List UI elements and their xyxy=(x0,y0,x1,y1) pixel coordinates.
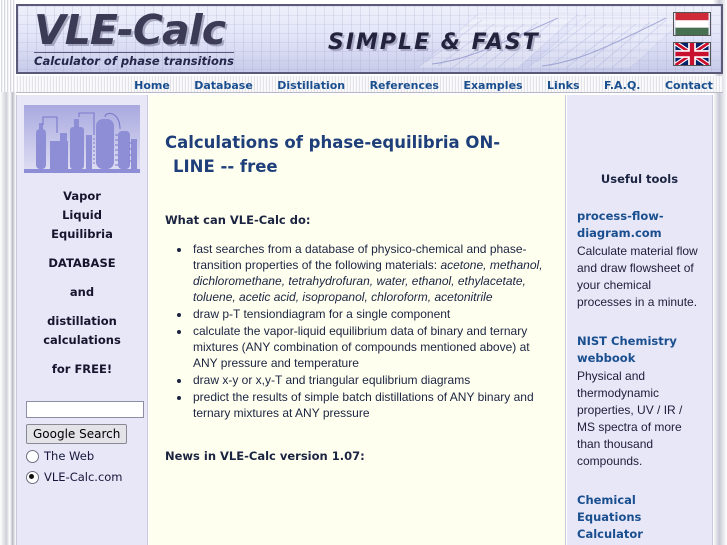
sidebar-line-liquid: Liquid xyxy=(62,208,102,222)
sidebar-spacer-2 xyxy=(17,273,147,283)
right-sidebar: Useful tools process-flow-diagram.com Ca… xyxy=(567,95,713,545)
nav-item-home[interactable]: Home xyxy=(134,78,170,94)
sidebar-line-database: DATABASE xyxy=(48,256,116,270)
sidebar-spacer-3 xyxy=(17,302,147,312)
sidebar-line-and: and xyxy=(69,285,95,299)
nav-item-links[interactable]: Links xyxy=(547,78,579,94)
main-content: Calculations of phase-equilibria ON-LINE… xyxy=(149,95,566,545)
feature-text: calculate the vapor-liquid equilibrium d… xyxy=(193,324,530,370)
feature-text: predict the results of simple batch dist… xyxy=(193,390,534,420)
feature-item: draw p-T tensiondiagram for a single com… xyxy=(191,306,549,322)
tool-link-nist-chemistry-webbook[interactable]: NIST Chemistry webbook xyxy=(577,333,702,367)
useful-tools-title: Useful tools xyxy=(600,172,679,186)
tool-entry: Chemical Equations Calculator Solving of… xyxy=(577,492,702,545)
sidebar-line-calculations: calculations xyxy=(43,333,121,347)
sidebar-line-for-free: for FREE! xyxy=(51,362,113,376)
search-scope-vle-calc-label: VLE-Calc.com xyxy=(44,469,123,484)
sidebar-line-vapor: Vapor xyxy=(63,189,101,203)
news-heading: News in VLE-Calc version 1.07: xyxy=(165,449,365,463)
sidebar-line-equilibria: Equilibria xyxy=(51,227,113,241)
feature-item: calculate the vapor-liquid equilibrium d… xyxy=(191,323,549,371)
sidebar-line-distillation: distillation xyxy=(47,314,117,328)
tool-link-chemical-equations-calculator[interactable]: Chemical Equations Calculator xyxy=(577,492,702,543)
google-search-form: Google Search The Web VLE-Calc.com xyxy=(17,399,147,486)
search-input[interactable] xyxy=(26,400,144,418)
nav-item-examples[interactable]: Examples xyxy=(463,78,522,94)
feature-text: draw x-y or x,y-T and triangular equlibr… xyxy=(193,373,471,387)
logo-title: VLE-Calc xyxy=(34,6,226,54)
radio-the-web-icon[interactable] xyxy=(26,449,39,463)
left-page-margin-lower xyxy=(0,92,16,545)
tool-entry: process-flow-diagram.com Calculate mater… xyxy=(577,208,702,311)
language-flags xyxy=(673,12,713,66)
uk-flag-icon[interactable] xyxy=(673,42,711,66)
nav-item-references[interactable]: References xyxy=(370,78,439,94)
nav-item-contact[interactable]: Contact xyxy=(665,78,713,94)
banner-tagline: SIMPLE & FAST xyxy=(328,30,540,55)
feature-item: draw x-y or x,y-T and triangular equlibr… xyxy=(191,372,549,388)
search-scope-the-web[interactable]: The Web xyxy=(26,448,147,465)
tool-description: Physical and thermodynamic properties, U… xyxy=(577,369,683,468)
left-sidebar: Vapor Liquid Equilibria DATABASE and dis… xyxy=(16,95,148,545)
feature-text: draw p-T tensiondiagram for a single com… xyxy=(193,307,451,321)
nav-item-distillation[interactable]: Distillation xyxy=(277,78,345,94)
right-page-margin-lower xyxy=(713,92,727,545)
main-navigation: Home Database Distillation References Ex… xyxy=(16,76,723,93)
search-scope-the-web-label: The Web xyxy=(44,448,95,463)
sidebar-spacer-1 xyxy=(17,244,147,254)
page-root: VLE-Calc Calculator of phase transitions… xyxy=(0,0,727,545)
distillation-plant-image xyxy=(24,105,140,173)
sidebar-tagline-block: Vapor Liquid Equilibria DATABASE and dis… xyxy=(17,187,147,379)
feature-item: predict the results of simple batch dist… xyxy=(191,389,549,421)
sidebar-spacer-4 xyxy=(17,350,147,360)
radio-vle-calc-icon[interactable] xyxy=(26,470,39,484)
search-scope-vle-calc[interactable]: VLE-Calc.com xyxy=(26,469,147,486)
tool-description: Calculate material flow and draw flowshe… xyxy=(577,244,698,309)
tool-entry: NIST Chemistry webbook Physical and ther… xyxy=(577,333,702,470)
nav-item-database[interactable]: Database xyxy=(194,78,253,94)
site-banner: VLE-Calc Calculator of phase transitions… xyxy=(16,4,723,74)
page-title: Calculations of phase-equilibria ON-LINE… xyxy=(165,133,501,176)
site-logo: VLE-Calc Calculator of phase transitions xyxy=(34,8,284,70)
hungarian-flag-icon[interactable] xyxy=(673,12,711,36)
google-search-button[interactable]: Google Search xyxy=(26,423,128,444)
nav-item-faq[interactable]: F.A.Q. xyxy=(604,78,641,94)
features-list: fast searches from a database of physico… xyxy=(165,241,549,421)
feature-item: fast searches from a database of physico… xyxy=(191,241,549,305)
logo-subtitle: Calculator of phase transitions xyxy=(34,52,234,68)
features-heading: What can VLE-Calc do: xyxy=(165,213,311,227)
tool-link-process-flow-diagram[interactable]: process-flow-diagram.com xyxy=(577,208,702,242)
